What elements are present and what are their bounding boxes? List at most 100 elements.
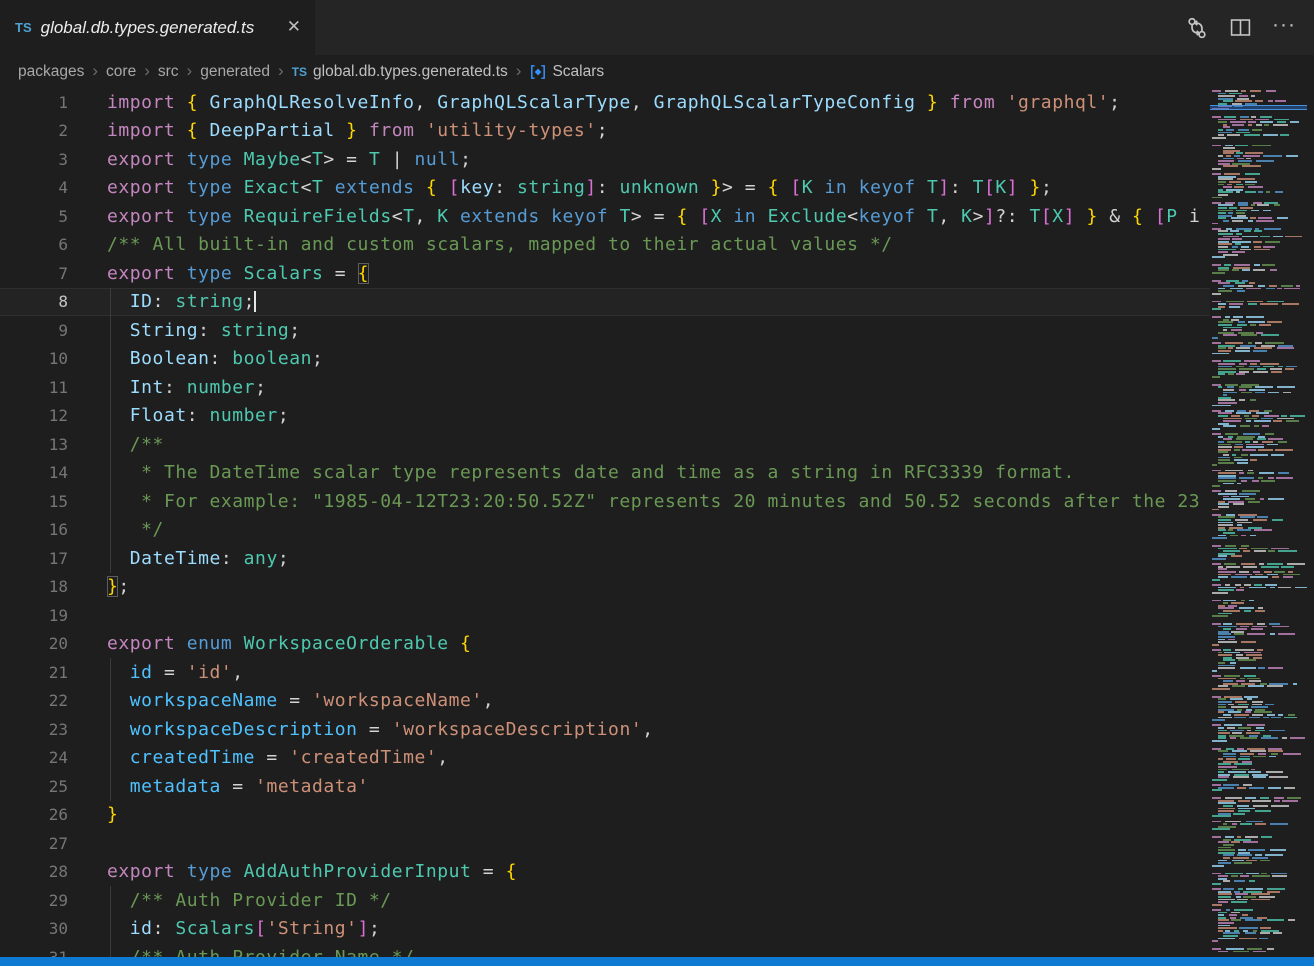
breadcrumb-label: src xyxy=(158,63,179,81)
code-line-12[interactable]: 12 Float: number; xyxy=(0,402,1210,431)
code-line-14[interactable]: 14 * The DateTime scalar type represents… xyxy=(0,459,1210,488)
line-number: 19 xyxy=(0,606,68,625)
code-line-1[interactable]: 1import { GraphQLResolveInfo, GraphQLSca… xyxy=(0,88,1210,117)
line-number: 10 xyxy=(0,349,68,368)
breadcrumb-item-global-db-types-generated-ts[interactable]: TSglobal.db.types.generated.ts xyxy=(292,63,508,81)
tab-global-db-types-generated[interactable]: TS global.db.types.generated.ts ✕ xyxy=(0,0,315,55)
code-line-19[interactable]: 19 xyxy=(0,601,1210,630)
breadcrumb: packages›core›src›generated›TSglobal.db.… xyxy=(0,55,1314,88)
code-line-29[interactable]: 29 /** Auth Provider ID */ xyxy=(0,886,1210,915)
breadcrumb-item-scalars[interactable]: Scalars xyxy=(529,63,604,81)
code-text: String: string; xyxy=(68,316,1210,345)
code-line-13[interactable]: 13 /** xyxy=(0,430,1210,459)
code-text: ID: string; xyxy=(68,288,1210,317)
code-line-9[interactable]: 9 String: string; xyxy=(0,316,1210,345)
code-line-15[interactable]: 15 * For example: "1985-04-12T23:20:50.5… xyxy=(0,487,1210,516)
code-line-7[interactable]: 7export type Scalars = { xyxy=(0,259,1210,288)
typescript-file-icon: TS xyxy=(15,20,32,35)
indent-guide xyxy=(110,943,111,957)
line-number: 5 xyxy=(0,207,68,226)
code-text: export type RequireFields<T, K extends k… xyxy=(68,202,1210,231)
code-line-20[interactable]: 20export enum WorkspaceOrderable { xyxy=(0,630,1210,659)
code-line-30[interactable]: 30 id: Scalars['String']; xyxy=(0,915,1210,944)
indent-guide xyxy=(110,316,111,345)
line-number: 3 xyxy=(0,150,68,169)
code-text: Boolean: boolean; xyxy=(68,345,1210,374)
symbol-type-icon xyxy=(529,63,547,81)
code-text: id: Scalars['String']; xyxy=(68,915,1210,944)
breadcrumb-item-packages[interactable]: packages xyxy=(18,63,84,81)
tab-title: global.db.types.generated.ts xyxy=(41,18,273,38)
code-line-27[interactable]: 27 xyxy=(0,829,1210,858)
split-editor-icon[interactable] xyxy=(1229,16,1252,39)
line-number: 31 xyxy=(0,948,68,957)
code-line-28[interactable]: 28export type AddAuthProviderInput = { xyxy=(0,858,1210,887)
indent-guide xyxy=(110,402,111,431)
code-line-16[interactable]: 16 */ xyxy=(0,516,1210,545)
open-changes-icon[interactable] xyxy=(1185,16,1209,40)
code-text: export type Scalars = { xyxy=(68,259,1210,288)
indent-guide xyxy=(110,459,111,488)
code-line-25[interactable]: 25 metadata = 'metadata' xyxy=(0,772,1210,801)
line-number: 20 xyxy=(0,634,68,653)
line-number: 1 xyxy=(0,93,68,112)
indent-guide xyxy=(110,658,111,687)
code-line-21[interactable]: 21 id = 'id', xyxy=(0,658,1210,687)
minimap[interactable] xyxy=(1210,88,1307,957)
code-line-8[interactable]: 8 ID: string; xyxy=(0,288,1210,317)
line-number: 24 xyxy=(0,748,68,767)
breadcrumb-item-core[interactable]: core xyxy=(106,63,136,81)
line-number: 8 xyxy=(0,292,68,311)
code-text: import { GraphQLResolveInfo, GraphQLScal… xyxy=(68,88,1210,117)
line-number: 14 xyxy=(0,463,68,482)
indent-guide xyxy=(110,430,111,459)
line-number: 15 xyxy=(0,492,68,511)
code-line-5[interactable]: 5export type RequireFields<T, K extends … xyxy=(0,202,1210,231)
indent-guide xyxy=(110,516,111,545)
code-line-3[interactable]: 3export type Maybe<T> = T | null; xyxy=(0,145,1210,174)
line-number: 2 xyxy=(0,121,68,140)
breadcrumb-label: Scalars xyxy=(552,63,604,81)
code-text: export type Exact<T extends { [key: stri… xyxy=(68,174,1210,203)
indent-guide xyxy=(110,915,111,944)
code-text xyxy=(68,601,1210,630)
code-text: * For example: "1985-04-12T23:20:50.52Z"… xyxy=(68,487,1210,516)
breadcrumb-item-src[interactable]: src xyxy=(158,63,179,81)
code-line-4[interactable]: 4export type Exact<T extends { [key: str… xyxy=(0,174,1210,203)
code-line-6[interactable]: 6/** All built-in and custom scalars, ma… xyxy=(0,231,1210,260)
code-line-23[interactable]: 23 workspaceDescription = 'workspaceDesc… xyxy=(0,715,1210,744)
code-line-22[interactable]: 22 workspaceName = 'workspaceName', xyxy=(0,687,1210,716)
close-tab-icon[interactable]: ✕ xyxy=(283,17,305,38)
line-number: 11 xyxy=(0,378,68,397)
line-number: 23 xyxy=(0,720,68,739)
indent-guide xyxy=(110,744,111,773)
indent-guide xyxy=(110,345,111,374)
editor-actions: ··· xyxy=(1185,0,1314,55)
indent-guide xyxy=(110,288,111,317)
more-actions-icon[interactable]: ··· xyxy=(1272,14,1296,41)
code-line-10[interactable]: 10 Boolean: boolean; xyxy=(0,345,1210,374)
code-text: workspaceName = 'workspaceName', xyxy=(68,687,1210,716)
indent-guide xyxy=(110,886,111,915)
code-text xyxy=(68,829,1210,858)
minimap-current-line-highlight xyxy=(1210,105,1307,110)
code-text: export type Maybe<T> = T | null; xyxy=(68,145,1210,174)
code-line-11[interactable]: 11 Int: number; xyxy=(0,373,1210,402)
code-line-24[interactable]: 24 createdTime = 'createdTime', xyxy=(0,744,1210,773)
breadcrumb-label: core xyxy=(106,63,136,81)
line-number: 17 xyxy=(0,549,68,568)
line-number: 18 xyxy=(0,577,68,596)
typescript-icon: TS xyxy=(292,65,307,79)
progress-bar xyxy=(0,957,1314,966)
vscode-window: TS global.db.types.generated.ts ✕ xyxy=(0,0,1314,966)
code-lines: 1import { GraphQLResolveInfo, GraphQLSca… xyxy=(0,88,1210,957)
code-line-31[interactable]: 31 /** Auth Provider Name */ xyxy=(0,943,1210,957)
code-line-18[interactable]: 18}; xyxy=(0,573,1210,602)
code-text: /** Auth Provider Name */ xyxy=(68,943,1210,957)
breadcrumb-item-generated[interactable]: generated xyxy=(200,63,270,81)
line-number: 29 xyxy=(0,891,68,910)
code-editor[interactable]: 1import { GraphQLResolveInfo, GraphQLSca… xyxy=(0,88,1314,957)
code-line-17[interactable]: 17 DateTime: any; xyxy=(0,544,1210,573)
code-line-26[interactable]: 26} xyxy=(0,801,1210,830)
code-line-2[interactable]: 2import { DeepPartial } from 'utility-ty… xyxy=(0,117,1210,146)
